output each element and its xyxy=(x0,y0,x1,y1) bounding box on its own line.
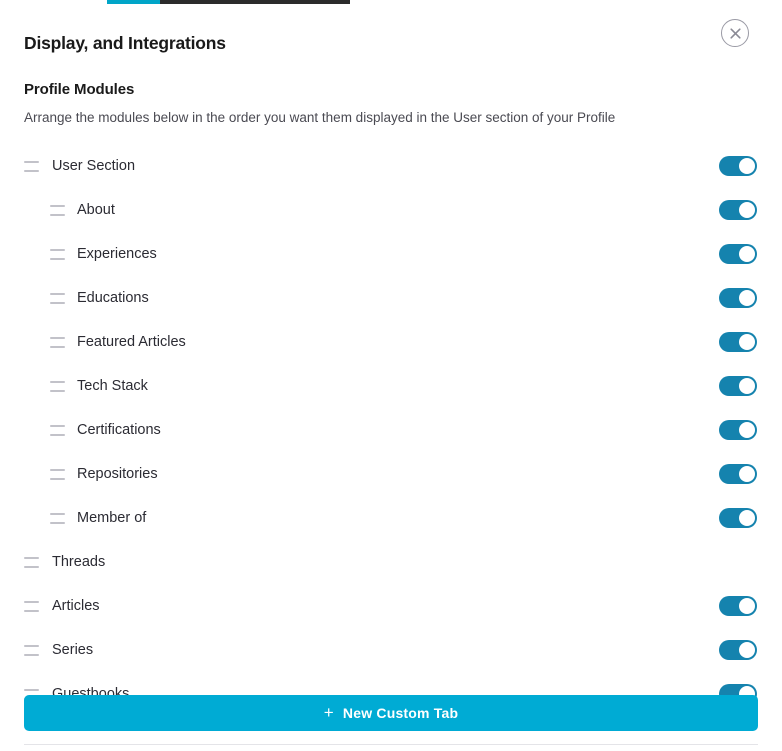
drag-handle-icon[interactable] xyxy=(50,424,65,436)
module-label: Member of xyxy=(77,510,147,526)
tabstrip-spacer-right xyxy=(350,0,782,4)
module-label: Educations xyxy=(77,290,149,306)
toggle-knob xyxy=(739,378,755,394)
toggle-knob xyxy=(739,510,755,526)
module-toggle[interactable] xyxy=(719,332,757,352)
drag-handle-icon[interactable] xyxy=(24,556,39,568)
module-row[interactable]: User Section xyxy=(0,144,782,188)
tab-indicator-strip xyxy=(0,0,782,4)
module-toggle[interactable] xyxy=(719,596,757,616)
section-title: Profile Modules xyxy=(24,81,135,98)
module-toggle[interactable] xyxy=(719,464,757,484)
toggle-knob xyxy=(739,246,755,262)
module-label: About xyxy=(77,202,115,218)
toggle-knob xyxy=(739,598,755,614)
module-label: User Section xyxy=(52,158,136,174)
module-toggle[interactable] xyxy=(719,244,757,264)
module-label: Tech Stack xyxy=(77,378,148,394)
module-label: Repositories xyxy=(77,466,158,482)
drag-handle-icon[interactable] xyxy=(50,468,65,480)
toggle-knob xyxy=(739,642,755,658)
drag-handle-icon[interactable] xyxy=(50,380,65,392)
new-custom-tab-label: New Custom Tab xyxy=(342,705,459,721)
module-label: Experiences xyxy=(77,246,157,262)
module-row[interactable]: About xyxy=(0,188,782,232)
drag-handle-icon[interactable] xyxy=(24,600,39,612)
module-row[interactable]: Tech Stack xyxy=(0,364,782,408)
module-toggle[interactable] xyxy=(719,508,757,528)
toggle-knob xyxy=(739,466,755,482)
profile-modules-list: User Section About Experiences Educations Fe… xyxy=(0,144,782,716)
new-custom-tab-button[interactable]: + New Custom Tab xyxy=(24,695,758,731)
plus-icon: + xyxy=(323,702,334,722)
drag-handle-icon[interactable] xyxy=(50,292,65,304)
footer-divider xyxy=(24,744,758,745)
module-row[interactable]: Experiences xyxy=(0,232,782,276)
tabstrip-inactive-segment xyxy=(160,0,350,4)
page-title: Display, and Integrations xyxy=(24,33,226,53)
module-toggle[interactable] xyxy=(719,376,757,396)
toggle-knob xyxy=(739,158,755,174)
drag-handle-icon[interactable] xyxy=(50,512,65,524)
module-row[interactable]: Series xyxy=(0,628,782,672)
toggle-knob xyxy=(739,290,755,306)
drag-handle-icon[interactable] xyxy=(24,644,39,656)
close-button[interactable] xyxy=(721,19,749,47)
tabstrip-spacer-left xyxy=(0,0,107,4)
module-row[interactable]: Certifications xyxy=(0,408,782,452)
module-row[interactable]: Articles xyxy=(0,584,782,628)
module-row[interactable]: Featured Articles xyxy=(0,320,782,364)
module-toggle[interactable] xyxy=(719,288,757,308)
module-toggle[interactable] xyxy=(719,156,757,176)
module-row[interactable]: Threads xyxy=(0,540,782,584)
module-label: Featured Articles xyxy=(77,334,186,350)
toggle-knob xyxy=(739,202,755,218)
settings-panel: Display, and Integrations Profile Module… xyxy=(0,0,782,751)
module-label: Certifications xyxy=(77,422,161,438)
tabstrip-active-segment xyxy=(107,0,160,4)
toggle-knob xyxy=(739,422,755,438)
module-toggle[interactable] xyxy=(719,640,757,660)
toggle-knob xyxy=(739,334,755,350)
drag-handle-icon[interactable] xyxy=(50,248,65,260)
module-label: Articles xyxy=(52,598,100,614)
drag-handle-icon[interactable] xyxy=(24,160,39,172)
close-icon xyxy=(729,27,741,39)
module-label: Threads xyxy=(52,554,106,570)
module-row[interactable]: Repositories xyxy=(0,452,782,496)
module-label: Series xyxy=(52,642,94,658)
module-row[interactable]: Educations xyxy=(0,276,782,320)
section-description: Arrange the modules below in the order y… xyxy=(24,110,616,125)
module-toggle[interactable] xyxy=(719,420,757,440)
drag-handle-icon[interactable] xyxy=(50,336,65,348)
module-toggle[interactable] xyxy=(719,200,757,220)
module-row[interactable]: Member of xyxy=(0,496,782,540)
drag-handle-icon[interactable] xyxy=(50,204,65,216)
